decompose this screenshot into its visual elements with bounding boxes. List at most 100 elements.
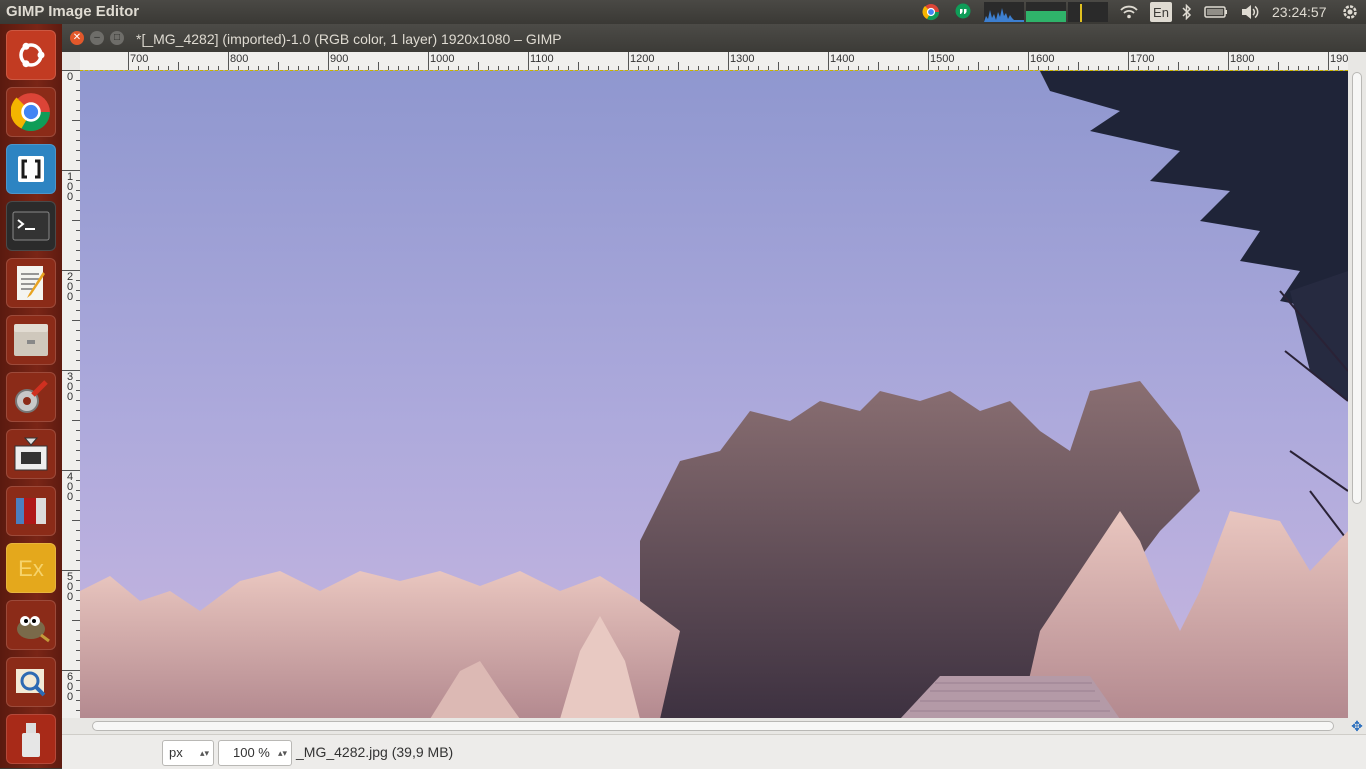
cpu-monitor-icon[interactable] bbox=[984, 2, 1024, 22]
horizontal-scrollbar[interactable] bbox=[62, 718, 1348, 734]
ruler-label: 1700 bbox=[1130, 53, 1155, 65]
status-bar: px ▴▾ 100 % ▴▾ _MG_4282.jpg (39,9 MB) bbox=[62, 734, 1366, 769]
ruler-tick bbox=[128, 52, 129, 70]
ruler-label: 700 bbox=[130, 53, 149, 65]
ubuntu-dash-icon[interactable] bbox=[6, 30, 56, 80]
ruler-tick bbox=[1328, 52, 1329, 70]
ruler-label: 1500 bbox=[930, 53, 955, 65]
keyboard-layout-indicator[interactable]: En bbox=[1150, 2, 1172, 22]
unit-selector[interactable]: px ▴▾ bbox=[162, 740, 214, 766]
ruler-label: 1100 bbox=[530, 53, 554, 65]
vertical-scroll-thumb[interactable] bbox=[1352, 72, 1362, 504]
horizontal-ruler[interactable]: 700 800 900 1000 1100 1200 1300 1400 150… bbox=[80, 52, 1348, 71]
ruler-label: 900 bbox=[330, 53, 349, 65]
ruler-tick bbox=[72, 220, 80, 221]
ruler-tick bbox=[728, 52, 729, 70]
ruler-label: 200 bbox=[66, 271, 74, 303]
minimize-icon[interactable]: – bbox=[90, 31, 104, 45]
app-title: GIMP Image Editor bbox=[6, 3, 140, 20]
ruler-tick bbox=[778, 62, 779, 70]
ruler-tick bbox=[62, 270, 80, 271]
ruler-tick bbox=[1228, 52, 1229, 70]
memory-monitor-icon[interactable] bbox=[1026, 2, 1066, 22]
unity-launcher: Ex bbox=[0, 24, 62, 768]
horizontal-scroll-thumb[interactable] bbox=[92, 721, 1334, 731]
ruler-tick bbox=[72, 520, 80, 521]
ruler-tick bbox=[178, 62, 179, 70]
ruler-tick bbox=[578, 62, 579, 70]
unit-value: px bbox=[169, 745, 183, 760]
ruler-corner[interactable] bbox=[62, 52, 81, 71]
ruler-label: 600 bbox=[66, 671, 74, 703]
ruler-tick bbox=[978, 62, 979, 70]
usb-drive-icon[interactable] bbox=[6, 714, 56, 764]
ruler-tick bbox=[378, 62, 379, 70]
vertical-scrollbar[interactable] bbox=[1348, 52, 1366, 718]
system-settings-icon[interactable] bbox=[6, 372, 56, 422]
app-icon[interactable] bbox=[6, 486, 56, 536]
ruler-label: 500 bbox=[66, 571, 74, 603]
ruler-tick bbox=[62, 70, 80, 71]
zoom-selector[interactable]: 100 % ▴▾ bbox=[218, 740, 292, 766]
ruler-tick bbox=[62, 370, 80, 371]
maximize-icon[interactable]: □ bbox=[110, 31, 124, 45]
wifi-icon[interactable] bbox=[1118, 2, 1140, 22]
ruler-label: 1300 bbox=[730, 53, 755, 65]
ruler-tick bbox=[628, 52, 629, 70]
ruler-tick bbox=[428, 52, 429, 70]
ruler-tick bbox=[278, 62, 279, 70]
ruler-tick bbox=[72, 420, 80, 421]
ruler-tick bbox=[72, 120, 80, 121]
ruler-tick bbox=[62, 170, 80, 171]
ruler-label: 1400 bbox=[830, 53, 855, 65]
terminal-icon[interactable] bbox=[6, 201, 56, 251]
text-editor-icon[interactable] bbox=[6, 258, 56, 308]
ruler-tick bbox=[228, 52, 229, 70]
zoom-value: 100 % bbox=[233, 745, 270, 760]
gimp-icon[interactable] bbox=[6, 600, 56, 650]
ruler-label: 190 bbox=[1330, 53, 1348, 65]
chrome-tray-icon[interactable] bbox=[920, 2, 942, 22]
window-title: *[_MG_4282] (imported)-1.0 (RGB color, 1… bbox=[136, 31, 562, 47]
ruler-label: 300 bbox=[66, 371, 74, 403]
ruler-tick bbox=[72, 620, 80, 621]
bluetooth-icon[interactable] bbox=[1178, 2, 1196, 22]
image-canvas[interactable] bbox=[80, 70, 1348, 719]
clock[interactable]: 23:24:57 bbox=[1272, 4, 1327, 20]
ruler-label: 1800 bbox=[1230, 53, 1255, 65]
files-icon[interactable] bbox=[6, 315, 56, 365]
close-icon[interactable]: ✕ bbox=[70, 31, 84, 45]
ruler-tick bbox=[62, 670, 80, 671]
ruler-tick bbox=[528, 52, 529, 70]
ruler-tick bbox=[1078, 62, 1079, 70]
spinner-arrows-icon: ▴▾ bbox=[277, 748, 287, 758]
svg-text:Ex: Ex bbox=[18, 556, 44, 581]
session-gear-icon[interactable] bbox=[1338, 2, 1362, 22]
photo-winter-forest bbox=[80, 71, 1348, 719]
brackets-icon[interactable] bbox=[6, 144, 56, 194]
ruler-tick bbox=[62, 470, 80, 471]
ruler-tick bbox=[1128, 52, 1129, 70]
file-info: _MG_4282.jpg (39,9 MB) bbox=[296, 744, 454, 760]
ruler-tick bbox=[1278, 62, 1279, 70]
ruler-tick bbox=[828, 52, 829, 70]
hangouts-icon[interactable] bbox=[952, 2, 974, 22]
ruler-tick bbox=[878, 62, 879, 70]
software-updater-icon[interactable] bbox=[6, 429, 56, 479]
chrome-icon[interactable] bbox=[6, 87, 56, 137]
ruler-label: 1200 bbox=[630, 53, 655, 65]
exaile-icon[interactable]: Ex bbox=[6, 543, 56, 593]
ruler-label: 1600 bbox=[1030, 53, 1055, 65]
ruler-tick bbox=[1178, 62, 1179, 70]
ruler-tick bbox=[928, 52, 929, 70]
ruler-tick bbox=[478, 62, 479, 70]
window-titlebar: ✕ – □ *[_MG_4282] (imported)-1.0 (RGB co… bbox=[62, 24, 1366, 52]
ruler-label: 100 bbox=[66, 171, 74, 203]
volume-icon[interactable] bbox=[1238, 2, 1262, 22]
navigate-icon[interactable]: ✥ bbox=[1348, 718, 1366, 734]
vertical-ruler[interactable]: 0 100 200 300 400 500 600 bbox=[62, 70, 81, 718]
battery-icon[interactable] bbox=[1202, 2, 1230, 22]
ruler-label: 400 bbox=[66, 471, 74, 503]
image-viewer-icon[interactable] bbox=[6, 657, 56, 707]
network-monitor-icon[interactable] bbox=[1068, 2, 1108, 22]
